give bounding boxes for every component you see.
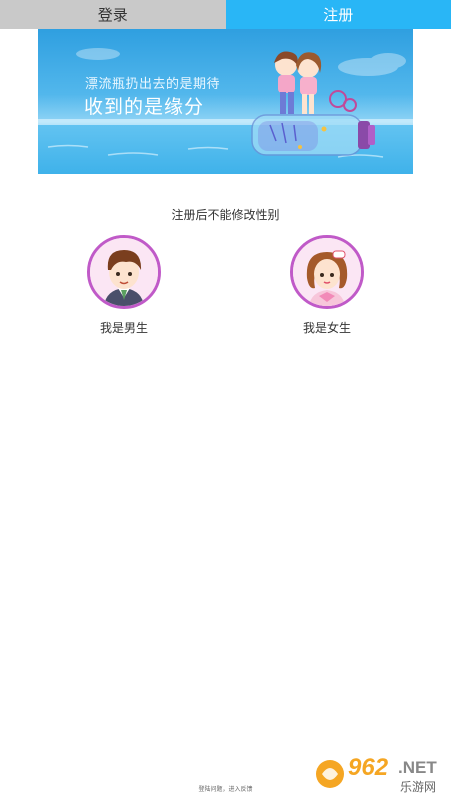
couple-icon <box>274 51 322 114</box>
girl-avatar-icon <box>293 238 361 306</box>
male-option[interactable]: 我是男生 <box>79 235 169 336</box>
gender-notice: 注册后不能修改性别 <box>171 208 280 222</box>
watermark-suffix: .NET <box>398 758 437 777</box>
tab-login[interactable]: 登录 <box>0 0 226 29</box>
boy-avatar-icon <box>90 238 158 306</box>
banner-headline: 收到的是缘分 <box>84 97 205 118</box>
drift-bottle-banner: 漂流瓶扔出去的是期待 收到的是缘分 <box>38 29 413 174</box>
site-watermark: 962 .NET 乐游网 <box>312 752 447 796</box>
banner-tagline: 漂流瓶扔出去的是期待 <box>85 76 221 91</box>
female-option[interactable]: 我是女生 <box>282 235 372 336</box>
watermark-number: 962 <box>348 754 389 781</box>
female-avatar[interactable] <box>290 235 364 309</box>
male-avatar[interactable] <box>87 235 161 309</box>
male-label: 我是男生 <box>99 321 148 335</box>
register-screen: 登录 注册 漂流瓶扔出去的是期待 收到的是缘分 注册后不能修改性别 我是男生 我… <box>0 0 451 801</box>
auth-tabs: 登录 注册 <box>0 0 451 29</box>
tab-register[interactable]: 注册 <box>225 0 451 29</box>
watermark-cn: 乐游网 <box>400 780 437 794</box>
female-label: 我是女生 <box>302 321 351 335</box>
